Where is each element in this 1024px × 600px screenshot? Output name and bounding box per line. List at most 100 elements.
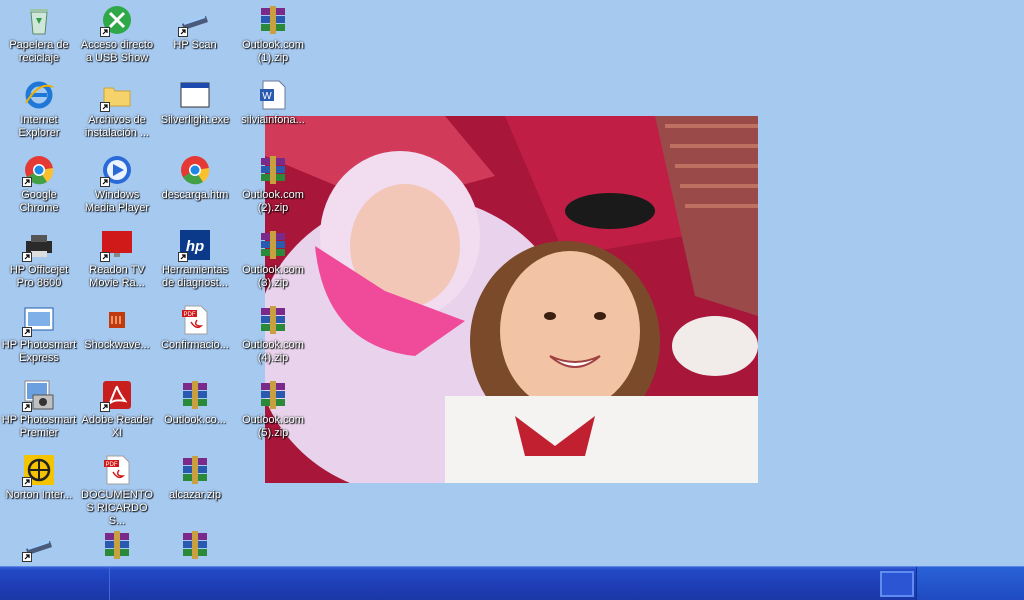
start-button-area[interactable] xyxy=(0,567,110,600)
shortcut-arrow-icon xyxy=(22,252,32,262)
winrar-archive-icon xyxy=(257,229,289,261)
recycle-bin-icon xyxy=(23,4,55,36)
shortcut-arrow-icon xyxy=(22,477,32,487)
desktop-icon-label: Norton Inter... xyxy=(5,489,73,501)
desktop-icon[interactable]: Outlook.com (4).zip xyxy=(234,302,312,374)
shortcut-arrow-icon xyxy=(178,27,188,37)
desktop-icon-label: Windows Media Player xyxy=(84,189,150,214)
shortcut-arrow-icon xyxy=(22,402,32,412)
shortcut-arrow-icon xyxy=(22,177,32,187)
scanner-icon xyxy=(22,529,55,562)
desktop-icon-label: HP Photosmart Express xyxy=(1,339,77,364)
shortcut-arrow-icon xyxy=(100,102,110,112)
desktop-icon-label: Readon TV Movie Ra... xyxy=(89,264,145,289)
folder-icon xyxy=(100,79,133,112)
desktop-icon[interactable]: HP Scan xyxy=(156,2,234,74)
desktop-icon-label: HP Photosmart Premier xyxy=(1,414,77,439)
desktop-icon[interactable]: Archivos de instalación ... xyxy=(78,77,156,149)
desktop-icon[interactable]: alcazar.zip xyxy=(156,452,234,524)
chrome-icon xyxy=(179,154,211,186)
svg-text:W: W xyxy=(262,91,272,102)
notification-area[interactable] xyxy=(916,567,1024,600)
scanner-icon xyxy=(178,4,211,37)
desktop-icon[interactable]: Internet Explorer xyxy=(0,77,78,149)
desktop-icon[interactable]: Wsilviainfona... xyxy=(234,77,312,149)
usb-show-icon xyxy=(100,4,133,37)
desktop-icon[interactable]: Readon TV Movie Ra... xyxy=(78,227,156,299)
desktop-icon-label: Google Chrome xyxy=(19,189,59,214)
desktop-icon-label: HP Officejet Pro 8600 xyxy=(9,264,69,289)
desktop-icon-label: Acceso directo a USB Show xyxy=(80,39,154,64)
desktop-icon[interactable]: PDF Confirmacio... xyxy=(156,302,234,374)
desktop-icon[interactable]: hp Herramientas de diagnost... xyxy=(156,227,234,299)
shortcut-arrow-icon xyxy=(100,177,110,187)
desktop-icon-label: Outlook.com (4).zip xyxy=(242,339,304,364)
desktop-icon[interactable]: Windows Media Player xyxy=(78,152,156,224)
desktop-icon[interactable]: Outlook.com (2).zip xyxy=(234,152,312,224)
desktop-icon[interactable]: PDF DOCUMENTOS RICARDO S... xyxy=(78,452,156,527)
wallpaper-photo xyxy=(265,116,758,483)
winrar-archive-icon xyxy=(179,454,211,486)
desktop-icon[interactable]: Outlook.com (5).zip xyxy=(234,377,312,449)
desktop-icon-label: Outlook.com (1).zip xyxy=(242,39,304,64)
desktop-icon-label: Outlook.com (3).zip xyxy=(242,264,304,289)
desktop-icon-label: Adobe Reader XI xyxy=(81,414,153,439)
desktop-icon-label: Outlook.com (2).zip xyxy=(242,189,304,214)
winrar-archive-icon xyxy=(257,154,289,186)
desktop-icon-label: Outlook.co... xyxy=(164,414,226,426)
desktop-icon-label: HP Scan xyxy=(173,39,217,51)
desktop-icon[interactable]: Outlook.co... xyxy=(156,377,234,449)
desktop-icon[interactable]: Outlook.com (3).zip xyxy=(234,227,312,299)
desktop-icon[interactable]: Google Chrome xyxy=(0,152,78,224)
desktop-icon[interactable]: HP Photosmart Express xyxy=(0,302,78,374)
desktop-icon[interactable] xyxy=(78,527,156,566)
pdf-document-icon: PDF xyxy=(101,454,133,486)
desktop-icon[interactable]: Papelera de reciclaje xyxy=(0,2,78,74)
desktop-icon[interactable]: Acceso directo a USB Show xyxy=(78,2,156,74)
desktop-icon-label: Shockwave... xyxy=(84,339,150,351)
shortcut-arrow-icon xyxy=(178,252,188,262)
chrome-icon xyxy=(22,154,55,187)
winrar-archive-icon xyxy=(101,529,133,561)
shortcut-arrow-icon xyxy=(22,327,32,337)
desktop-icon[interactable]: descarga.htm xyxy=(156,152,234,224)
desktop-icon-label: DOCUMENTOS RICARDO S... xyxy=(81,489,153,527)
shockwave-icon xyxy=(101,304,133,336)
desktop-icon[interactable]: Silverlight.exe xyxy=(156,77,234,149)
winrar-archive-icon xyxy=(257,304,289,336)
desktop-icon[interactable] xyxy=(0,527,78,566)
taskbar xyxy=(0,566,1024,600)
svg-text:PDF: PDF xyxy=(106,462,118,468)
photo-camera-icon xyxy=(22,379,55,412)
winrar-archive-icon xyxy=(257,4,289,36)
taskbar-task-strip[interactable] xyxy=(112,567,878,600)
desktop-icon-label: silviainfona... xyxy=(241,114,305,126)
desktop-icon-label: Papelera de reciclaje xyxy=(9,39,69,64)
winrar-archive-icon xyxy=(179,529,211,561)
shortcut-arrow-icon xyxy=(22,552,32,562)
desktop-icon-label: alcazar.zip xyxy=(169,489,221,501)
desktop-icon-label: Confirmacio... xyxy=(161,339,229,351)
desktop-icon[interactable]: HP Officejet Pro 8600 xyxy=(0,227,78,299)
winrar-archive-icon xyxy=(257,379,289,411)
tv-icon xyxy=(100,229,133,262)
shortcut-arrow-icon xyxy=(100,402,110,412)
desktop-icon[interactable]: Norton Inter... xyxy=(0,452,78,524)
show-desktop-icon[interactable] xyxy=(880,571,914,597)
desktop-icon[interactable] xyxy=(156,527,234,566)
desktop-icon[interactable]: Shockwave... xyxy=(78,302,156,374)
adobe-reader-icon xyxy=(100,379,133,412)
shortcut-arrow-icon xyxy=(100,252,110,262)
desktop-icon-label: Outlook.com (5).zip xyxy=(242,414,304,439)
desktop-icon-label: Archivos de instalación ... xyxy=(84,114,150,139)
hp-photosmart-icon xyxy=(22,304,55,337)
desktop-icon[interactable]: HP Photosmart Premier xyxy=(0,377,78,449)
pdf-document-icon: PDF xyxy=(179,304,211,336)
desktop-icon-label: descarga.htm xyxy=(161,189,229,201)
desktop-icon[interactable]: Outlook.com (1).zip xyxy=(234,2,312,74)
word-document-icon: W xyxy=(257,79,289,111)
desktop-icon-label: Herramientas de diagnost... xyxy=(161,264,229,289)
desktop-icon[interactable]: Adobe Reader XI xyxy=(78,377,156,449)
desktop[interactable]: Papelera de reciclaje Acceso directo a US… xyxy=(0,0,1024,566)
shortcut-arrow-icon xyxy=(100,27,110,37)
